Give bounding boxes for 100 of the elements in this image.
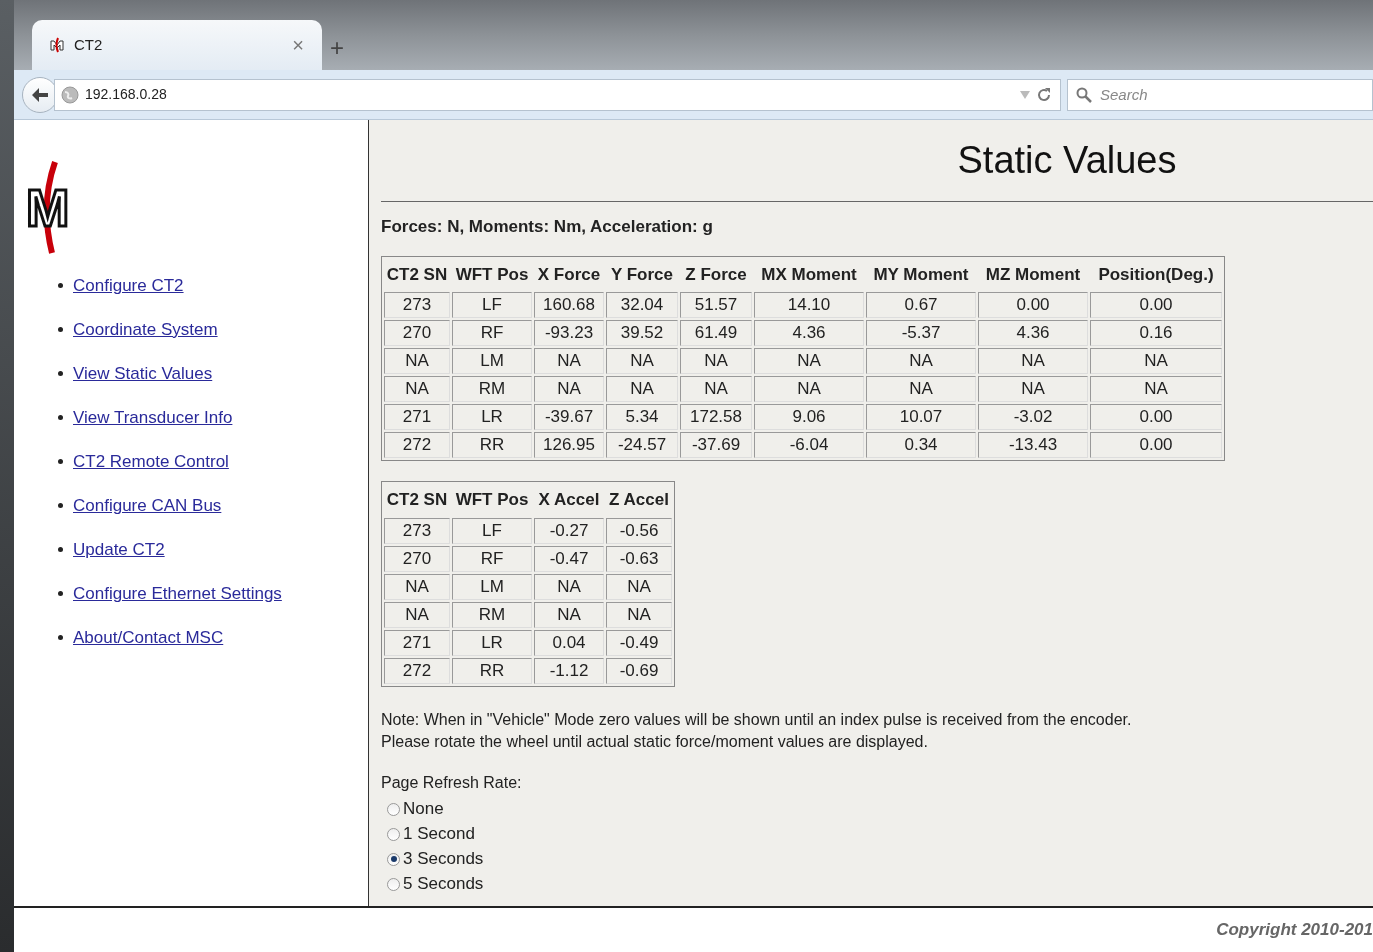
table-cell: -24.57 — [606, 432, 678, 458]
radio-button[interactable] — [387, 802, 400, 816]
table-cell: -0.47 — [534, 545, 604, 572]
column-header: X Accel — [537, 489, 601, 511]
column-header: WFT Pos — [454, 263, 530, 286]
close-tab-button[interactable]: × — [292, 35, 304, 55]
table-cell: RR — [452, 657, 532, 684]
nav-link[interactable]: Configure CT2 — [73, 273, 184, 299]
table-cell: -3.02 — [978, 404, 1088, 430]
table-cell: -13.43 — [978, 432, 1088, 458]
table-cell: 4.36 — [978, 320, 1088, 346]
table-cell: 61.49 — [680, 320, 752, 346]
table-cell: 272 — [384, 432, 450, 458]
table-cell: -1.12 — [534, 657, 604, 684]
browser-tab[interactable]: CT2 × — [32, 20, 322, 70]
dropdown-triangle-icon[interactable] — [1020, 90, 1030, 99]
table-cell: 126.95 — [534, 432, 604, 458]
radio-option[interactable]: 1 Second — [387, 821, 1373, 847]
table-cell: 0.67 — [866, 292, 976, 318]
table-cell: NA — [978, 376, 1088, 402]
table-cell: RF — [452, 320, 532, 346]
search-field[interactable]: Search — [1067, 78, 1373, 111]
table-cell: LF — [452, 292, 532, 318]
table-cell: 270 — [384, 320, 450, 346]
table-cell: RM — [452, 376, 532, 402]
table-cell: NA — [534, 348, 604, 374]
table-cell: 0.34 — [866, 432, 976, 458]
table-cell: LR — [452, 404, 532, 430]
nav-link[interactable]: Update CT2 — [73, 537, 165, 563]
column-header: WFT Pos — [454, 489, 530, 511]
table-cell: 0.16 — [1090, 320, 1222, 346]
table-cell: NA — [606, 348, 678, 374]
table-cell: 0.00 — [1090, 432, 1222, 458]
nav-link[interactable]: View Static Values — [73, 361, 213, 387]
note-text: Note: When in "Vehicle" Mode zero values will be shown until an index pulse is received from the encoder. — [381, 709, 1133, 730]
column-header: X Force — [536, 263, 602, 286]
bullet-icon — [58, 591, 63, 597]
table-cell: LF — [452, 517, 532, 544]
table-cell: 0.00 — [978, 292, 1088, 318]
table-cell: NA — [1090, 348, 1222, 374]
back-arrow-icon — [31, 86, 49, 103]
nav-link[interactable]: View Transducer Info — [73, 405, 233, 431]
table-cell: 5.34 — [606, 404, 678, 430]
nav-link[interactable]: About/Contact MSC — [73, 625, 224, 651]
table-cell: NA — [606, 376, 678, 402]
table-cell: NA — [606, 573, 672, 600]
table-cell: 10.07 — [866, 404, 976, 430]
nav-link[interactable]: Configure CAN Bus — [73, 493, 222, 519]
table-cell: NA — [978, 348, 1088, 374]
tab-favicon-icon — [50, 37, 64, 53]
table-cell: NA — [866, 376, 976, 402]
table-cell: NA — [534, 376, 604, 402]
bullet-icon — [58, 459, 63, 465]
column-header: Y Force — [609, 263, 675, 286]
table-cell: NA — [754, 348, 864, 374]
table-cell: NA — [1090, 376, 1222, 402]
radio-button[interactable] — [387, 827, 400, 841]
column-header: Z Force — [684, 263, 748, 286]
note-text: Please rotate the wheel until actual static force/moment values are displayed. — [381, 731, 929, 752]
table-cell: -37.69 — [680, 432, 752, 458]
address-bar[interactable]: 192.168.0.28 — [54, 78, 1061, 111]
bullet-icon — [58, 503, 63, 509]
table-cell: NA — [384, 348, 450, 374]
table-cell: RF — [452, 545, 532, 572]
table-cell: 0.00 — [1090, 292, 1222, 318]
bullet-icon — [58, 371, 63, 377]
table-cell: 0.04 — [534, 629, 604, 656]
radio-option[interactable]: None — [387, 796, 1373, 822]
search-icon — [1076, 86, 1092, 103]
table-cell: 4.36 — [754, 320, 864, 346]
table-cell: RR — [452, 432, 532, 458]
nav-link[interactable]: Coordinate System — [73, 317, 218, 343]
radio-button[interactable] — [387, 852, 400, 866]
column-header: Z Accel — [608, 489, 670, 511]
tab-title: CT2 — [74, 34, 104, 55]
table-cell: -39.67 — [534, 404, 604, 430]
table-cell: 271 — [384, 404, 450, 430]
new-tab-button[interactable]: + — [330, 36, 344, 60]
table-cell: -0.49 — [606, 629, 672, 656]
nav-link[interactable]: Configure Ethernet Settings — [73, 581, 282, 607]
column-header: MZ Moment — [984, 263, 1082, 286]
radio-option[interactable]: 3 Seconds — [387, 846, 1373, 872]
radio-button[interactable] — [387, 877, 400, 891]
table-cell: NA — [384, 573, 450, 600]
column-header: MY Moment — [872, 263, 970, 286]
table-cell: LR — [452, 629, 532, 656]
column-header: CT2 SN — [385, 489, 449, 511]
table-cell: NA — [534, 573, 604, 600]
table-cell: NA — [606, 601, 672, 628]
table-cell: NA — [680, 348, 752, 374]
nav-link[interactable]: CT2 Remote Control — [73, 449, 229, 475]
bullet-icon — [58, 283, 63, 289]
table-cell: NA — [534, 601, 604, 628]
column-header: MX Moment — [760, 263, 858, 286]
table-cell: -93.23 — [534, 320, 604, 346]
table-cell: -0.56 — [606, 517, 672, 544]
reload-icon[interactable] — [1036, 86, 1052, 103]
table-cell: 271 — [384, 629, 450, 656]
radio-option[interactable]: 5 Seconds — [387, 871, 1373, 897]
table-cell: -6.04 — [754, 432, 864, 458]
